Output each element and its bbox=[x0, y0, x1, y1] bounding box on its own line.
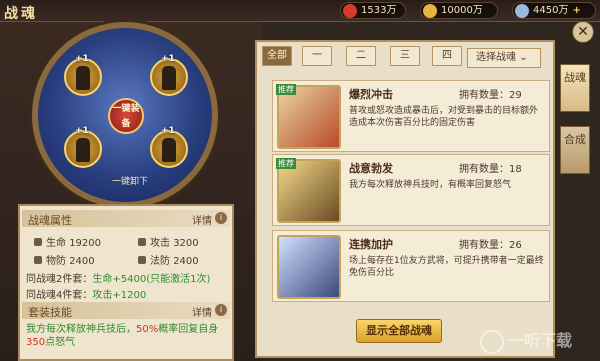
sword-icon bbox=[138, 238, 146, 246]
card-name: 连携加护 bbox=[349, 238, 393, 251]
select-soul-dropdown[interactable]: 选择战魂 ⌄ bbox=[467, 48, 541, 68]
gem-plus-button[interactable]: + bbox=[572, 5, 580, 16]
tab-all[interactable]: 全部 bbox=[262, 46, 292, 66]
info-icon[interactable]: i bbox=[215, 304, 227, 316]
gold-icon bbox=[423, 4, 437, 18]
set-skill-header: 套装技能 详情 i bbox=[22, 302, 230, 319]
card-description: 普攻或怒攻造成暴击后，对受到暴击的目标额外造成本次伤害百分比的固定伤害 bbox=[349, 106, 539, 128]
shield-icon bbox=[34, 256, 42, 264]
card-description: 我方每次释放神兵技时，有概率回复怒气 bbox=[349, 180, 512, 190]
close-button[interactable]: ✕ bbox=[572, 21, 594, 43]
soul-figure-icon bbox=[162, 138, 176, 162]
stat-pdef: 物防 2400 bbox=[34, 252, 95, 267]
set-skill-text: 我方每次释放神兵技后，50%概率回复自身350点怒气 bbox=[26, 324, 219, 348]
card-count: 拥有数量：26 bbox=[459, 240, 522, 251]
tab-3[interactable]: 三 bbox=[390, 46, 420, 66]
stat-hp: 生命 19200 bbox=[34, 234, 101, 249]
recommend-badge: 推荐 bbox=[276, 158, 296, 169]
attribute-panel: 战魂属性 详情 i 生命 19200 攻击 3200 物防 2400 法防 24… bbox=[18, 204, 234, 361]
magic-shield-icon bbox=[138, 256, 146, 264]
watermark-logo-icon bbox=[480, 330, 504, 354]
one-click-equip-button[interactable]: 一键装备 bbox=[108, 98, 144, 134]
chevron-down-icon: ⌄ bbox=[519, 52, 528, 63]
card-name: 战意勃发 bbox=[349, 162, 393, 175]
stat-attack: 攻击 3200 bbox=[138, 234, 199, 249]
tab-2[interactable]: 二 bbox=[346, 46, 376, 66]
soul-figure-icon bbox=[76, 66, 90, 90]
attribute-header: 战魂属性 详情 i bbox=[22, 210, 230, 227]
top-bar bbox=[0, 0, 600, 22]
set-bonus-4: 同战魂4件套：攻击+1200 bbox=[26, 290, 147, 301]
soul-figure-icon bbox=[76, 138, 90, 162]
info-icon[interactable]: i bbox=[215, 212, 227, 224]
card-count: 拥有数量：18 bbox=[459, 164, 522, 175]
soul-slot-2[interactable]: +1 bbox=[150, 54, 188, 96]
soul-slot-4[interactable]: +1 bbox=[150, 126, 188, 168]
soul-card-2[interactable]: 推荐 战意勃发 拥有数量：18 我方每次释放神兵技时，有概率回复怒气 bbox=[272, 154, 550, 226]
currency-gem: 4450万 + bbox=[512, 2, 596, 19]
show-all-souls-button[interactable]: 显示全部战魂 bbox=[356, 319, 442, 343]
heart-icon bbox=[34, 238, 42, 246]
set-bonus-2: 同战魂2件套：生命+5400(只能激活1次) bbox=[26, 274, 211, 285]
tab-4[interactable]: 四 bbox=[432, 46, 462, 66]
soul-card-3[interactable]: 连携加护 拥有数量：26 场上每存在1位友方武将，可提升携带者一定最终免伤百分比 bbox=[272, 230, 550, 302]
page-title: 战魂 bbox=[4, 6, 38, 22]
gem-icon bbox=[515, 4, 529, 18]
card-count: 拥有数量：29 bbox=[459, 90, 522, 101]
recommend-badge: 推荐 bbox=[276, 84, 296, 95]
soul-slot-3[interactable]: +1 bbox=[64, 126, 102, 168]
side-tab-synthesis[interactable]: 合成 bbox=[560, 126, 590, 174]
soul-slot-1[interactable]: +1 bbox=[64, 54, 102, 96]
soul-portrait-icon bbox=[277, 235, 341, 299]
card-description: 场上每存在1位友方武将，可提升携带者一定最终免伤百分比 bbox=[349, 256, 544, 278]
stat-mdef: 法防 2400 bbox=[138, 252, 199, 267]
currency-silver: 1533万 bbox=[340, 2, 406, 19]
set-skill-details-link[interactable]: 详情 bbox=[192, 304, 212, 319]
one-click-unequip-button[interactable]: 一键卸下 bbox=[112, 174, 148, 187]
currency-gold: 10000万+ bbox=[420, 2, 498, 31]
attribute-details-link[interactable]: 详情 bbox=[192, 212, 212, 227]
tab-1[interactable]: 一 bbox=[302, 46, 332, 66]
soul-figure-icon bbox=[162, 66, 176, 90]
side-tab-soul[interactable]: 战魂 bbox=[560, 64, 590, 112]
watermark: 一听下载 bbox=[476, 326, 600, 358]
silver-icon bbox=[343, 4, 357, 18]
soul-card-1[interactable]: 推荐 爆烈冲击 拥有数量：29 普攻或怒攻造成暴击后，对受到暴击的目标额外造成本… bbox=[272, 80, 550, 152]
card-name: 爆烈冲击 bbox=[349, 88, 393, 101]
